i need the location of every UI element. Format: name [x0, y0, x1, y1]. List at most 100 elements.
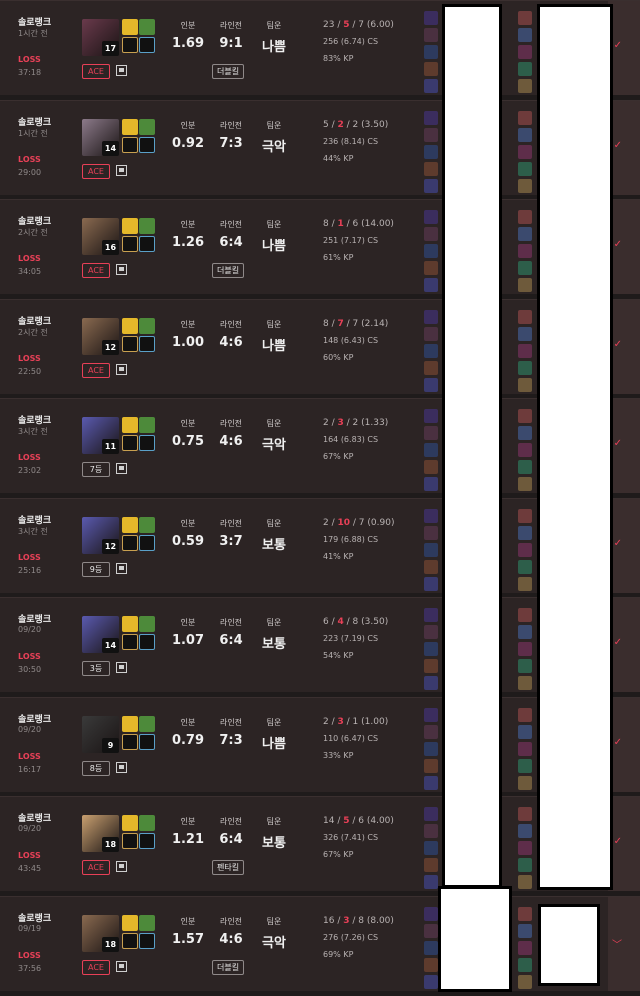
player-champion-icon[interactable] — [424, 178, 438, 193]
player-champion-icon[interactable] — [424, 775, 438, 790]
player-champion-icon[interactable] — [424, 923, 438, 938]
player-champion-icon[interactable] — [518, 127, 532, 142]
chevron-down-icon[interactable]: ﹀ — [612, 936, 622, 951]
flash-spell-icon[interactable] — [122, 317, 138, 334]
summoner-spell-icon[interactable] — [139, 118, 155, 135]
player-champion-icon[interactable] — [518, 161, 532, 176]
player-champion-icon[interactable] — [424, 608, 438, 622]
player-champion-icon[interactable] — [518, 28, 532, 42]
rune-secondary-icon[interactable] — [139, 335, 155, 352]
player-champion-icon[interactable] — [518, 906, 532, 921]
player-champion-icon[interactable] — [518, 261, 532, 275]
player-champion-icon[interactable] — [518, 178, 532, 193]
player-champion-icon[interactable] — [424, 426, 438, 440]
player-champion-icon[interactable] — [424, 841, 438, 855]
player-champion-icon[interactable] — [424, 244, 438, 258]
player-champion-icon[interactable] — [518, 210, 532, 224]
player-champion-icon[interactable] — [518, 542, 532, 557]
player-champion-icon[interactable] — [424, 758, 438, 773]
rune-secondary-icon[interactable] — [139, 37, 155, 53]
player-champion-icon[interactable] — [424, 542, 438, 557]
summoner-spell-icon[interactable] — [139, 715, 155, 732]
player-champion-icon[interactable] — [518, 244, 532, 258]
report-flag-icon[interactable] — [116, 861, 127, 872]
player-champion-icon[interactable] — [424, 741, 438, 756]
player-champion-icon[interactable] — [518, 227, 532, 241]
player-champion-icon[interactable] — [518, 875, 532, 889]
player-champion-icon[interactable] — [424, 227, 438, 241]
check-icon[interactable]: ✓ — [614, 836, 622, 847]
player-champion-icon[interactable] — [518, 110, 532, 125]
player-champion-icon[interactable] — [424, 45, 438, 59]
report-flag-icon[interactable] — [116, 363, 127, 375]
player-champion-icon[interactable] — [518, 741, 532, 756]
summoner-spell-icon[interactable] — [139, 914, 155, 931]
flash-spell-icon[interactable] — [122, 914, 138, 931]
rune-primary-icon[interactable] — [122, 634, 138, 650]
check-icon[interactable]: ✓ — [614, 339, 622, 350]
player-champion-icon[interactable] — [424, 807, 438, 821]
rune-secondary-icon[interactable] — [139, 136, 155, 153]
player-champion-icon[interactable] — [518, 443, 532, 457]
rune-secondary-icon[interactable] — [139, 435, 155, 451]
player-champion-icon[interactable] — [518, 377, 532, 392]
player-champion-icon[interactable] — [518, 278, 532, 292]
flash-spell-icon[interactable] — [122, 218, 138, 234]
player-champion-icon[interactable] — [518, 576, 532, 591]
player-champion-icon[interactable] — [424, 11, 438, 25]
rune-primary-icon[interactable] — [122, 37, 138, 53]
player-champion-icon[interactable] — [424, 906, 438, 921]
flash-spell-icon[interactable] — [122, 815, 138, 831]
player-champion-icon[interactable] — [518, 11, 532, 25]
rune-secondary-icon[interactable] — [139, 534, 155, 551]
player-champion-icon[interactable] — [518, 858, 532, 872]
player-champion-icon[interactable] — [424, 642, 438, 656]
player-champion-icon[interactable] — [518, 807, 532, 821]
player-champion-icon[interactable] — [424, 559, 438, 574]
player-champion-icon[interactable] — [424, 625, 438, 639]
summoner-spell-icon[interactable] — [139, 218, 155, 234]
player-champion-icon[interactable] — [424, 28, 438, 42]
player-champion-icon[interactable] — [518, 676, 532, 690]
player-champion-icon[interactable] — [424, 278, 438, 292]
summoner-spell-icon[interactable] — [139, 317, 155, 334]
rune-primary-icon[interactable] — [122, 833, 138, 849]
player-champion-icon[interactable] — [518, 608, 532, 622]
player-champion-icon[interactable] — [424, 724, 438, 739]
player-champion-icon[interactable] — [424, 659, 438, 673]
player-champion-icon[interactable] — [424, 940, 438, 955]
player-champion-icon[interactable] — [424, 360, 438, 375]
player-champion-icon[interactable] — [518, 775, 532, 790]
flash-spell-icon[interactable] — [122, 118, 138, 135]
player-champion-icon[interactable] — [424, 409, 438, 423]
check-icon[interactable]: ✓ — [614, 140, 622, 151]
player-champion-icon[interactable] — [424, 161, 438, 176]
player-champion-icon[interactable] — [518, 62, 532, 76]
player-champion-icon[interactable] — [424, 957, 438, 972]
player-champion-icon[interactable] — [518, 957, 532, 972]
player-champion-icon[interactable] — [424, 79, 438, 93]
player-champion-icon[interactable] — [518, 144, 532, 159]
player-champion-icon[interactable] — [518, 309, 532, 324]
player-champion-icon[interactable] — [518, 477, 532, 491]
player-champion-icon[interactable] — [518, 642, 532, 656]
check-icon[interactable]: ✓ — [614, 637, 622, 648]
rune-primary-icon[interactable] — [122, 435, 138, 451]
rune-secondary-icon[interactable] — [139, 932, 155, 949]
player-champion-icon[interactable] — [424, 127, 438, 142]
rune-primary-icon[interactable] — [122, 136, 138, 153]
player-champion-icon[interactable] — [424, 460, 438, 474]
report-flag-icon[interactable] — [116, 662, 127, 673]
rune-primary-icon[interactable] — [122, 932, 138, 949]
player-champion-icon[interactable] — [424, 858, 438, 872]
player-champion-icon[interactable] — [518, 824, 532, 838]
summoner-spell-icon[interactable] — [139, 417, 155, 433]
player-champion-icon[interactable] — [518, 79, 532, 93]
report-flag-icon[interactable] — [116, 761, 127, 773]
player-champion-icon[interactable] — [424, 62, 438, 76]
player-champion-icon[interactable] — [424, 326, 438, 341]
player-champion-icon[interactable] — [518, 841, 532, 855]
check-icon[interactable]: ✓ — [614, 438, 622, 449]
player-champion-icon[interactable] — [518, 923, 532, 938]
player-champion-icon[interactable] — [424, 210, 438, 224]
